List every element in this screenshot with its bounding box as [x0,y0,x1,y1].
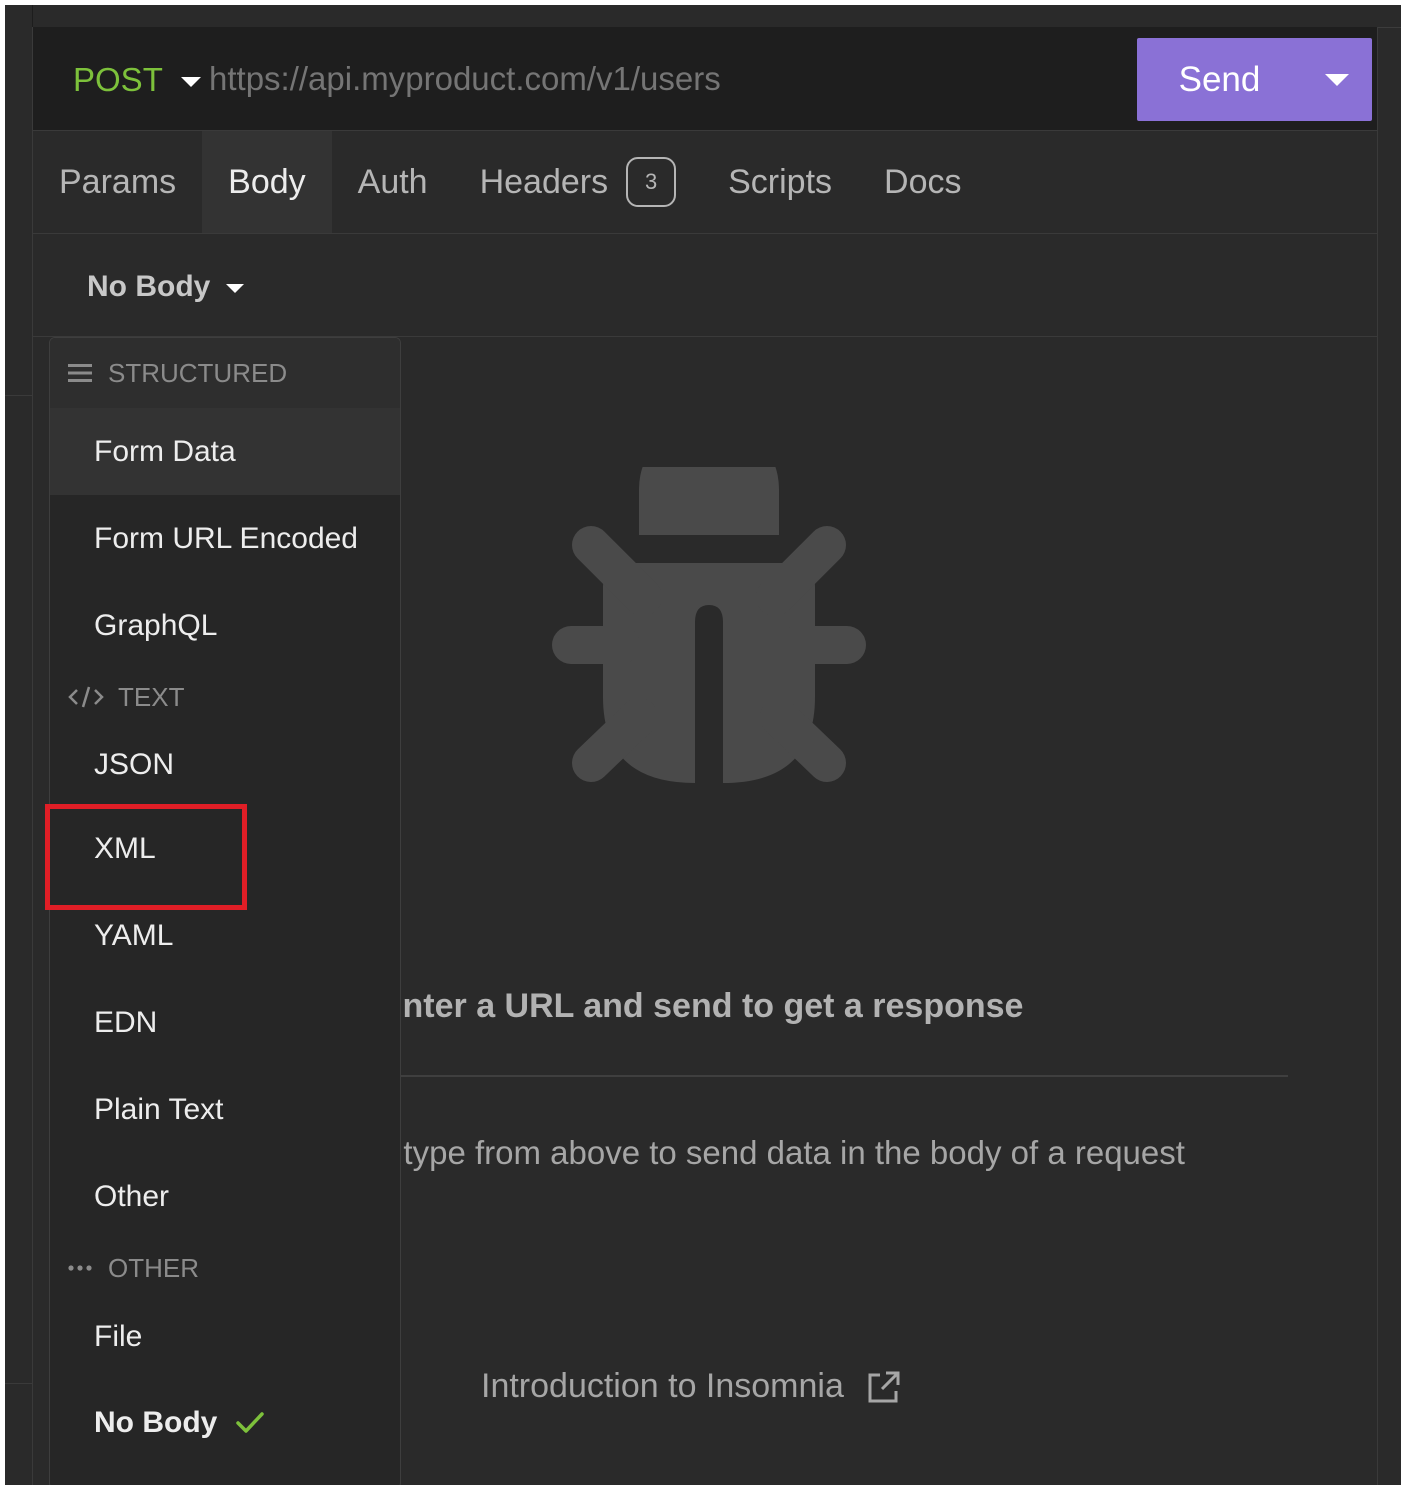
tab-label: Auth [357,162,428,201]
url-bar: POST Send [33,27,1377,131]
external-link-icon [868,1371,900,1402]
headers-count-badge: 3 [626,157,677,207]
request-tabs: Params Body Auth Headers 3 Scripts Docs [33,131,1377,234]
chevron-down-icon [226,284,245,293]
intro-link[interactable]: Introduction to Insomnia [481,1367,902,1406]
menu-item-form-data[interactable]: Form Data [50,408,400,495]
ellipsis-icon [68,1264,92,1272]
url-input[interactable] [209,57,1109,101]
checkmark-icon [235,1411,265,1435]
menu-item-form-url-encoded[interactable]: Form URL Encoded [50,495,400,582]
menu-item-label: Form URL Encoded [94,521,358,555]
divider [393,1075,1288,1077]
menu-item-label: Other [94,1179,170,1213]
menu-section-other: OTHER [50,1240,400,1296]
chevron-down-icon [180,77,201,87]
menu-item-json[interactable]: JSON [50,725,400,805]
menu-item-yaml[interactable]: YAML [50,892,400,979]
body-type-label: No Body [87,270,211,303]
send-button-group: Send [1137,38,1372,121]
chevron-down-icon [1325,73,1349,86]
menu-item-label: XML [94,831,156,865]
window-top-edge [5,5,1401,28]
app-window: POST Send Params Body Auth [5,5,1401,1485]
code-icon [68,685,104,709]
left-sidebar-edge [5,5,33,1485]
body-type-dropdown[interactable]: No Body [87,270,245,304]
menu-item-label: Plain Text [94,1092,224,1126]
section-title: TEXT [118,681,185,712]
bug-icon [552,467,866,783]
menu-item-no-body[interactable]: No Body [50,1378,400,1468]
tab-scripts[interactable]: Scripts [702,131,858,233]
send-options-button[interactable] [1302,38,1372,121]
method-selector[interactable]: POST [73,61,201,99]
menu-item-xml[interactable]: XML [50,805,400,892]
list-icon [68,363,92,383]
empty-state-title: nter a URL and send to get a response [402,987,1024,1025]
menu-item-label: Form Data [94,434,236,468]
tab-auth[interactable]: Auth [332,131,454,233]
method-label: POST [73,61,163,98]
menu-item-label: File [94,1320,143,1353]
send-label: Send [1178,59,1261,99]
empty-state-description: ody type from above to send data in the … [341,1134,1185,1171]
tab-headers[interactable]: Headers 3 [454,131,703,233]
menu-item-label: GraphQL [94,608,218,642]
tab-params[interactable]: Params [33,131,202,233]
section-title: OTHER [108,1252,199,1283]
menu-item-graphql[interactable]: GraphQL [50,582,400,669]
menu-section-structured: STRUCTURED [50,338,400,408]
menu-item-label: YAML [94,918,174,952]
intro-link-label: Introduction to Insomnia [481,1367,844,1405]
body-type-menu: STRUCTURED Form Data Form URL Encoded Gr… [49,337,401,1485]
tab-label: Headers [479,162,609,201]
menu-item-file[interactable]: File [50,1296,400,1378]
tab-body[interactable]: Body [202,131,332,233]
tab-label: Params [59,162,177,201]
menu-item-other[interactable]: Other [50,1153,400,1240]
menu-item-label: JSON [94,748,175,781]
menu-item-label: EDN [94,1005,158,1039]
tab-docs[interactable]: Docs [858,131,987,233]
menu-item-edn[interactable]: EDN [50,979,400,1066]
menu-item-plain-text[interactable]: Plain Text [50,1066,400,1153]
tab-label: Body [228,162,306,201]
tab-label: Scripts [728,162,833,201]
send-button[interactable]: Send [1137,38,1302,121]
menu-section-text: TEXT [50,669,400,725]
tab-label: Docs [884,162,962,201]
menu-item-label: No Body [94,1406,218,1439]
section-title: STRUCTURED [108,357,288,388]
body-type-row: No Body [33,234,1377,337]
